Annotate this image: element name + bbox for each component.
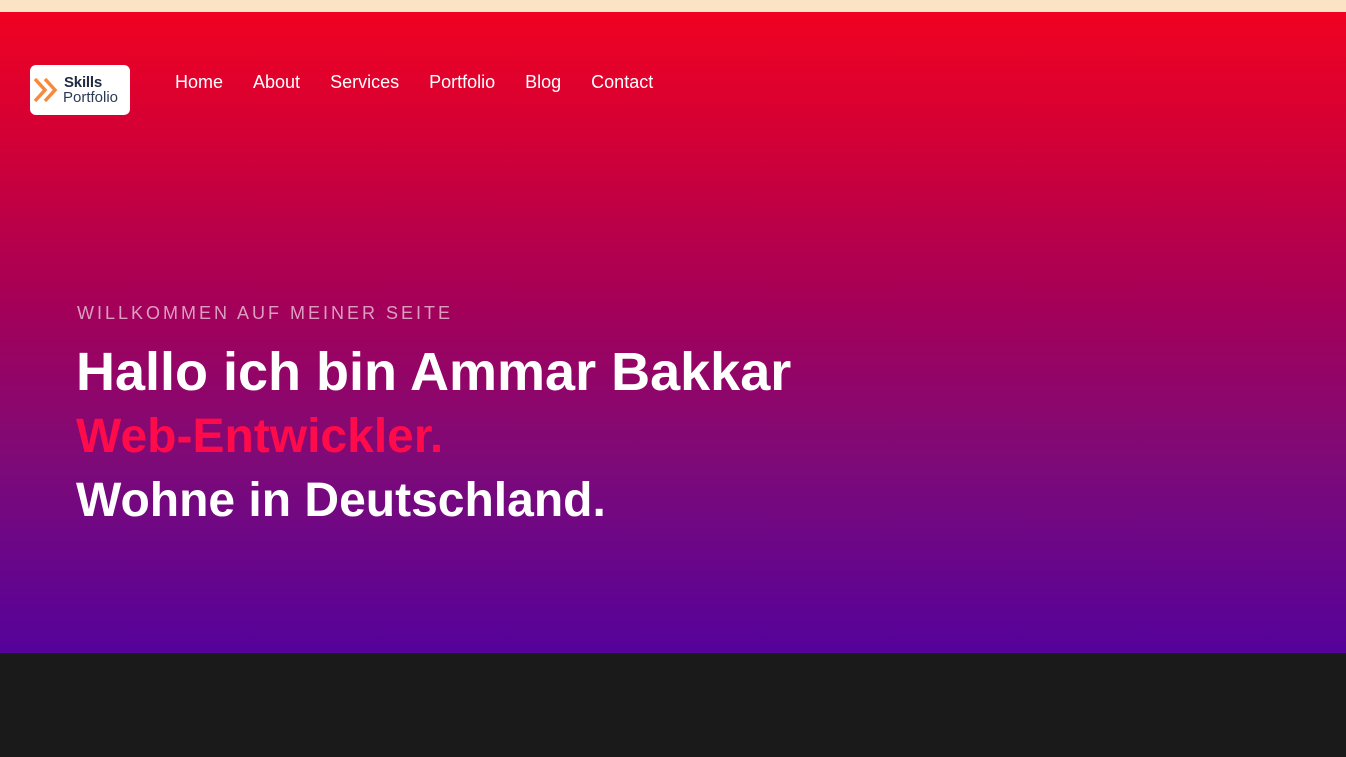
nav-item-portfolio[interactable]: Portfolio	[429, 71, 495, 93]
hero-eyebrow: WILLKOMMEN AUF MEINER SEITE	[77, 303, 454, 323]
hero-location: Wohne in Deutschland.	[76, 474, 606, 527]
logo-text-portfolio: Portfolio	[63, 89, 119, 106]
hero-role: Web-Entwickler.	[76, 410, 444, 463]
nav-item-services[interactable]: Services	[330, 71, 399, 93]
site-logo[interactable]: Skills Portfolio	[30, 65, 130, 115]
top-strip	[0, 0, 1346, 12]
main-nav: Home About Services Portfolio Blog Conta…	[175, 71, 653, 93]
nav-item-blog[interactable]: Blog	[525, 71, 561, 93]
hero-headline: Hallo ich bin Ammar Bakkar	[76, 342, 792, 402]
nav-item-home[interactable]: Home	[175, 71, 223, 93]
nav-item-about[interactable]: About	[253, 71, 300, 93]
nav-item-contact[interactable]: Contact	[591, 71, 653, 93]
hero-section: Skills Portfolio Home About Services Por…	[0, 12, 1346, 653]
chevron-logo-icon	[33, 77, 58, 103]
next-section	[0, 653, 1346, 757]
